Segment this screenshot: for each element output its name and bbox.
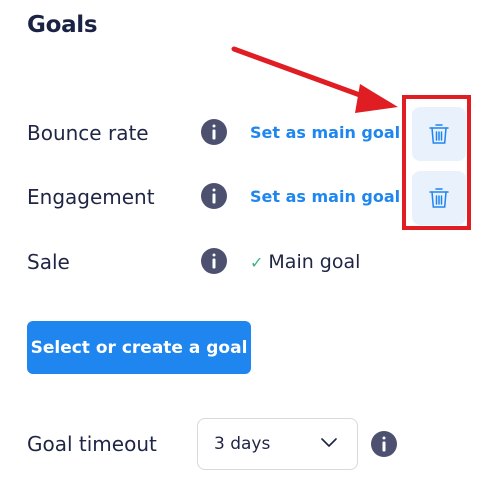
main-goal-label: Main goal: [268, 251, 361, 273]
chevron-down-icon: [321, 438, 337, 447]
main-goal-status: ✓ Main goal: [250, 251, 360, 273]
select-or-create-goal-button[interactable]: Select or create a goal: [27, 321, 251, 374]
goal-row-sale: Sale ✓ Main goal: [0, 242, 492, 282]
goal-label: Engagement: [27, 185, 155, 209]
goal-timeout-select[interactable]: 3 days: [197, 418, 358, 470]
set-main-goal-link[interactable]: Set as main goal: [250, 123, 400, 142]
goal-timeout-label: Goal timeout: [27, 432, 157, 456]
set-main-goal-link[interactable]: Set as main goal: [250, 187, 400, 206]
goal-timeout-value: 3 days: [214, 434, 271, 454]
goal-label: Sale: [27, 250, 70, 274]
info-icon[interactable]: [371, 431, 397, 457]
info-icon[interactable]: [201, 183, 227, 209]
check-icon: ✓: [250, 253, 264, 272]
goal-label: Bounce rate: [27, 121, 149, 145]
info-icon[interactable]: [201, 248, 227, 274]
annotation-highlight-box: [402, 95, 471, 230]
info-icon[interactable]: [201, 119, 227, 145]
